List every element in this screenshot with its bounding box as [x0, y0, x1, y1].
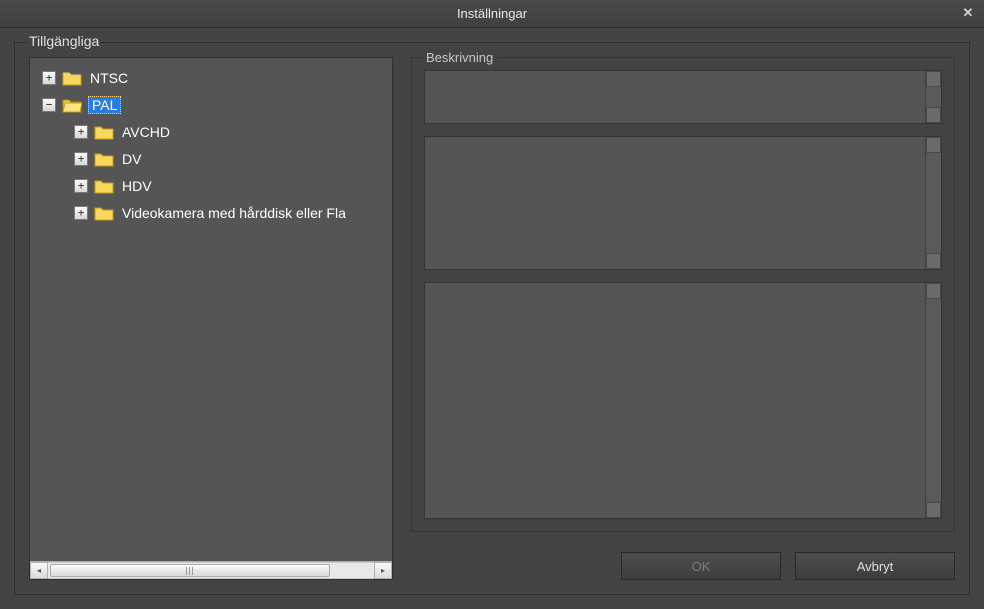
description-content-1 — [425, 71, 925, 123]
window-title: Inställningar — [457, 6, 527, 21]
tree-item-label: AVCHD — [120, 124, 172, 140]
vertical-scrollbar[interactable] — [925, 137, 941, 269]
scroll-up-button[interactable] — [926, 283, 941, 299]
preset-tree[interactable]: + NTSC − PAL + — [29, 57, 393, 580]
columns: + NTSC − PAL + — [29, 57, 955, 580]
ok-button[interactable]: OK — [621, 552, 781, 580]
vertical-scrollbar[interactable] — [925, 71, 941, 123]
horizontal-scrollbar[interactable]: ◂ ▸ — [30, 561, 392, 579]
tree-item-pal[interactable]: − PAL — [34, 91, 388, 118]
folder-icon — [94, 151, 114, 167]
available-label: Tillgängliga — [27, 33, 101, 49]
expand-icon[interactable]: + — [74, 206, 88, 220]
collapse-icon[interactable]: − — [42, 98, 56, 112]
tree-item-label: HDV — [120, 178, 154, 194]
close-icon: ✕ — [963, 5, 974, 21]
tree-item-hdd-camera[interactable]: + Videokamera med hårddisk eller Fla — [34, 199, 388, 226]
main-panel: Tillgängliga + NTSC − PAL — [14, 42, 970, 595]
tree-item-hdv[interactable]: + HDV — [34, 172, 388, 199]
tree-item-label: NTSC — [88, 70, 130, 86]
description-label: Beskrivning — [422, 50, 497, 65]
folder-icon — [62, 70, 82, 86]
chevron-right-icon: ▸ — [381, 566, 385, 575]
tree-item-dv[interactable]: + DV — [34, 145, 388, 172]
scroll-track[interactable] — [48, 562, 374, 579]
tree-item-label: Videokamera med hårddisk eller Fla — [120, 205, 348, 221]
expand-icon[interactable]: + — [42, 71, 56, 85]
description-group: Beskrivning — [411, 57, 955, 532]
expand-icon[interactable]: + — [74, 125, 88, 139]
expand-icon[interactable]: + — [74, 179, 88, 193]
description-box-1 — [424, 70, 942, 124]
button-row: OK Avbryt — [411, 552, 955, 580]
folder-icon — [94, 178, 114, 194]
scroll-thumb[interactable] — [50, 564, 330, 577]
tree-item-ntsc[interactable]: + NTSC — [34, 64, 388, 91]
vertical-scrollbar[interactable] — [925, 283, 941, 518]
right-column: Beskrivning — [411, 57, 955, 580]
expand-icon[interactable]: + — [74, 152, 88, 166]
description-content-2 — [425, 137, 925, 269]
scroll-up-button[interactable] — [926, 137, 941, 153]
titlebar: Inställningar ✕ — [0, 0, 984, 28]
scroll-up-button[interactable] — [926, 71, 941, 87]
description-content-3 — [425, 283, 925, 518]
scroll-down-button[interactable] — [926, 502, 941, 518]
chevron-left-icon: ◂ — [37, 566, 41, 575]
folder-open-icon — [62, 97, 82, 113]
description-box-2 — [424, 136, 942, 270]
tree-item-label: PAL — [88, 96, 121, 114]
scroll-right-button[interactable]: ▸ — [374, 562, 392, 579]
close-button[interactable]: ✕ — [958, 4, 978, 22]
scroll-down-button[interactable] — [926, 107, 941, 123]
scroll-down-button[interactable] — [926, 253, 941, 269]
folder-icon — [94, 205, 114, 221]
tree-item-avchd[interactable]: + AVCHD — [34, 118, 388, 145]
folder-icon — [94, 124, 114, 140]
description-box-3 — [424, 282, 942, 519]
tree-body: + NTSC − PAL + — [30, 58, 392, 561]
tree-item-label: DV — [120, 151, 143, 167]
scroll-left-button[interactable]: ◂ — [30, 562, 48, 579]
cancel-button[interactable]: Avbryt — [795, 552, 955, 580]
